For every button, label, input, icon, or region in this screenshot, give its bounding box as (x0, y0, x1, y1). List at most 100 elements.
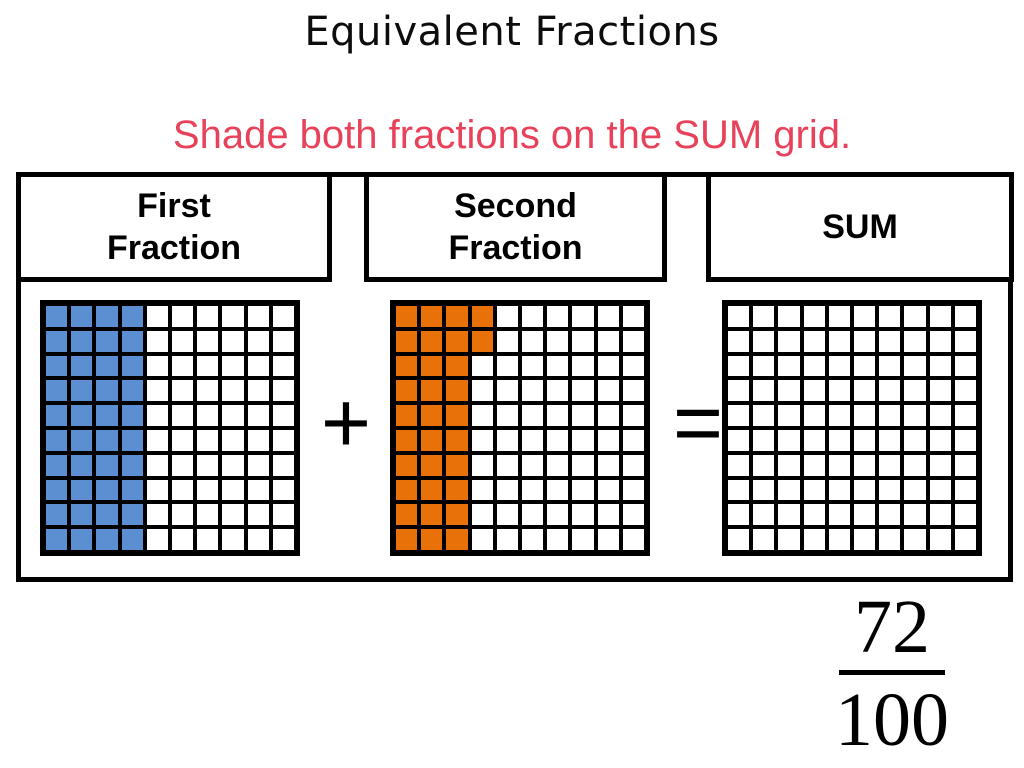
grid-cell[interactable] (520, 304, 546, 329)
grid-cell[interactable] (469, 527, 495, 552)
grid-cell[interactable] (826, 353, 852, 379)
grid-cell[interactable] (520, 328, 546, 354)
grid-cell[interactable] (801, 452, 827, 478)
grid-cell[interactable] (69, 403, 95, 428)
grid-cell[interactable] (570, 304, 596, 329)
grid-cell[interactable] (494, 328, 520, 354)
grid-cell[interactable] (69, 452, 95, 478)
grid-cell[interactable] (419, 403, 445, 428)
grid-cell[interactable] (776, 378, 802, 404)
grid-cell[interactable] (726, 527, 752, 552)
grid-cell[interactable] (620, 403, 646, 428)
grid-cell[interactable] (144, 353, 170, 379)
grid-cell[interactable] (144, 477, 170, 503)
grid-cell[interactable] (195, 403, 221, 428)
grid-cell[interactable] (195, 427, 221, 453)
grid-cell[interactable] (726, 353, 752, 379)
grid-cell[interactable] (570, 403, 596, 428)
grid-cell[interactable] (570, 328, 596, 354)
grid-cell[interactable] (44, 328, 70, 354)
grid-cell[interactable] (595, 403, 621, 428)
grid-cell[interactable] (902, 477, 928, 503)
grid-cell[interactable] (444, 378, 470, 404)
grid-cell[interactable] (595, 304, 621, 329)
grid-cell[interactable] (952, 403, 978, 428)
grid-cell[interactable] (877, 328, 903, 354)
grid-cell[interactable] (220, 378, 246, 404)
grid-cell[interactable] (927, 427, 953, 453)
grid-cell[interactable] (245, 304, 271, 329)
grid-cell[interactable] (826, 328, 852, 354)
grid-cell[interactable] (952, 328, 978, 354)
grid-cell[interactable] (245, 403, 271, 428)
grid-cell[interactable] (494, 502, 520, 528)
grid-cell[interactable] (826, 304, 852, 329)
grid-cell[interactable] (170, 403, 196, 428)
first-fraction-grid[interactable] (40, 300, 300, 556)
grid-cell[interactable] (751, 477, 777, 503)
grid-cell[interactable] (952, 527, 978, 552)
sum-grid[interactable] (722, 300, 982, 556)
grid-cell[interactable] (419, 477, 445, 503)
grid-cell[interactable] (444, 328, 470, 354)
grid-cell[interactable] (877, 477, 903, 503)
grid-cell[interactable] (826, 527, 852, 552)
grid-cell[interactable] (826, 502, 852, 528)
grid-cell[interactable] (620, 353, 646, 379)
grid-cell[interactable] (570, 353, 596, 379)
grid-cell[interactable] (44, 477, 70, 503)
grid-cell[interactable] (877, 403, 903, 428)
grid-cell[interactable] (44, 427, 70, 453)
grid-cell[interactable] (545, 502, 571, 528)
grid-cell[interactable] (469, 353, 495, 379)
grid-cell[interactable] (927, 353, 953, 379)
grid-cell[interactable] (852, 403, 878, 428)
grid-cell[interactable] (877, 378, 903, 404)
grid-cell[interactable] (195, 328, 221, 354)
grid-cell[interactable] (801, 477, 827, 503)
grid-cell[interactable] (726, 378, 752, 404)
grid-cell[interactable] (220, 304, 246, 329)
grid-cell[interactable] (94, 452, 120, 478)
grid-cell[interactable] (419, 427, 445, 453)
grid-cell[interactable] (952, 452, 978, 478)
grid-cell[interactable] (545, 353, 571, 379)
grid-cell[interactable] (595, 328, 621, 354)
grid-cell[interactable] (520, 403, 546, 428)
grid-cell[interactable] (94, 378, 120, 404)
grid-cell[interactable] (245, 477, 271, 503)
grid-cell[interactable] (570, 378, 596, 404)
grid-cell[interactable] (394, 328, 420, 354)
grid-cell[interactable] (469, 403, 495, 428)
grid-cell[interactable] (620, 427, 646, 453)
grid-cell[interactable] (394, 353, 420, 379)
grid-cell[interactable] (419, 304, 445, 329)
grid-cell[interactable] (801, 427, 827, 453)
grid-cell[interactable] (419, 378, 445, 404)
grid-cell[interactable] (220, 502, 246, 528)
grid-cell[interactable] (69, 427, 95, 453)
grid-cell[interactable] (776, 328, 802, 354)
grid-cell[interactable] (494, 452, 520, 478)
grid-cell[interactable] (570, 502, 596, 528)
grid-cell[interactable] (595, 477, 621, 503)
grid-cell[interactable] (520, 502, 546, 528)
grid-cell[interactable] (44, 452, 70, 478)
grid-cell[interactable] (144, 452, 170, 478)
grid-cell[interactable] (270, 378, 296, 404)
grid-cell[interactable] (520, 527, 546, 552)
grid-cell[interactable] (144, 304, 170, 329)
grid-cell[interactable] (545, 304, 571, 329)
grid-cell[interactable] (170, 527, 196, 552)
grid-cell[interactable] (751, 353, 777, 379)
grid-cell[interactable] (69, 353, 95, 379)
grid-cell[interactable] (801, 378, 827, 404)
grid-cell[interactable] (852, 378, 878, 404)
grid-cell[interactable] (570, 477, 596, 503)
grid-cell[interactable] (751, 527, 777, 552)
grid-cell[interactable] (751, 502, 777, 528)
grid-cell[interactable] (444, 403, 470, 428)
grid-cell[interactable] (94, 427, 120, 453)
grid-cell[interactable] (902, 427, 928, 453)
grid-cell[interactable] (119, 353, 145, 379)
